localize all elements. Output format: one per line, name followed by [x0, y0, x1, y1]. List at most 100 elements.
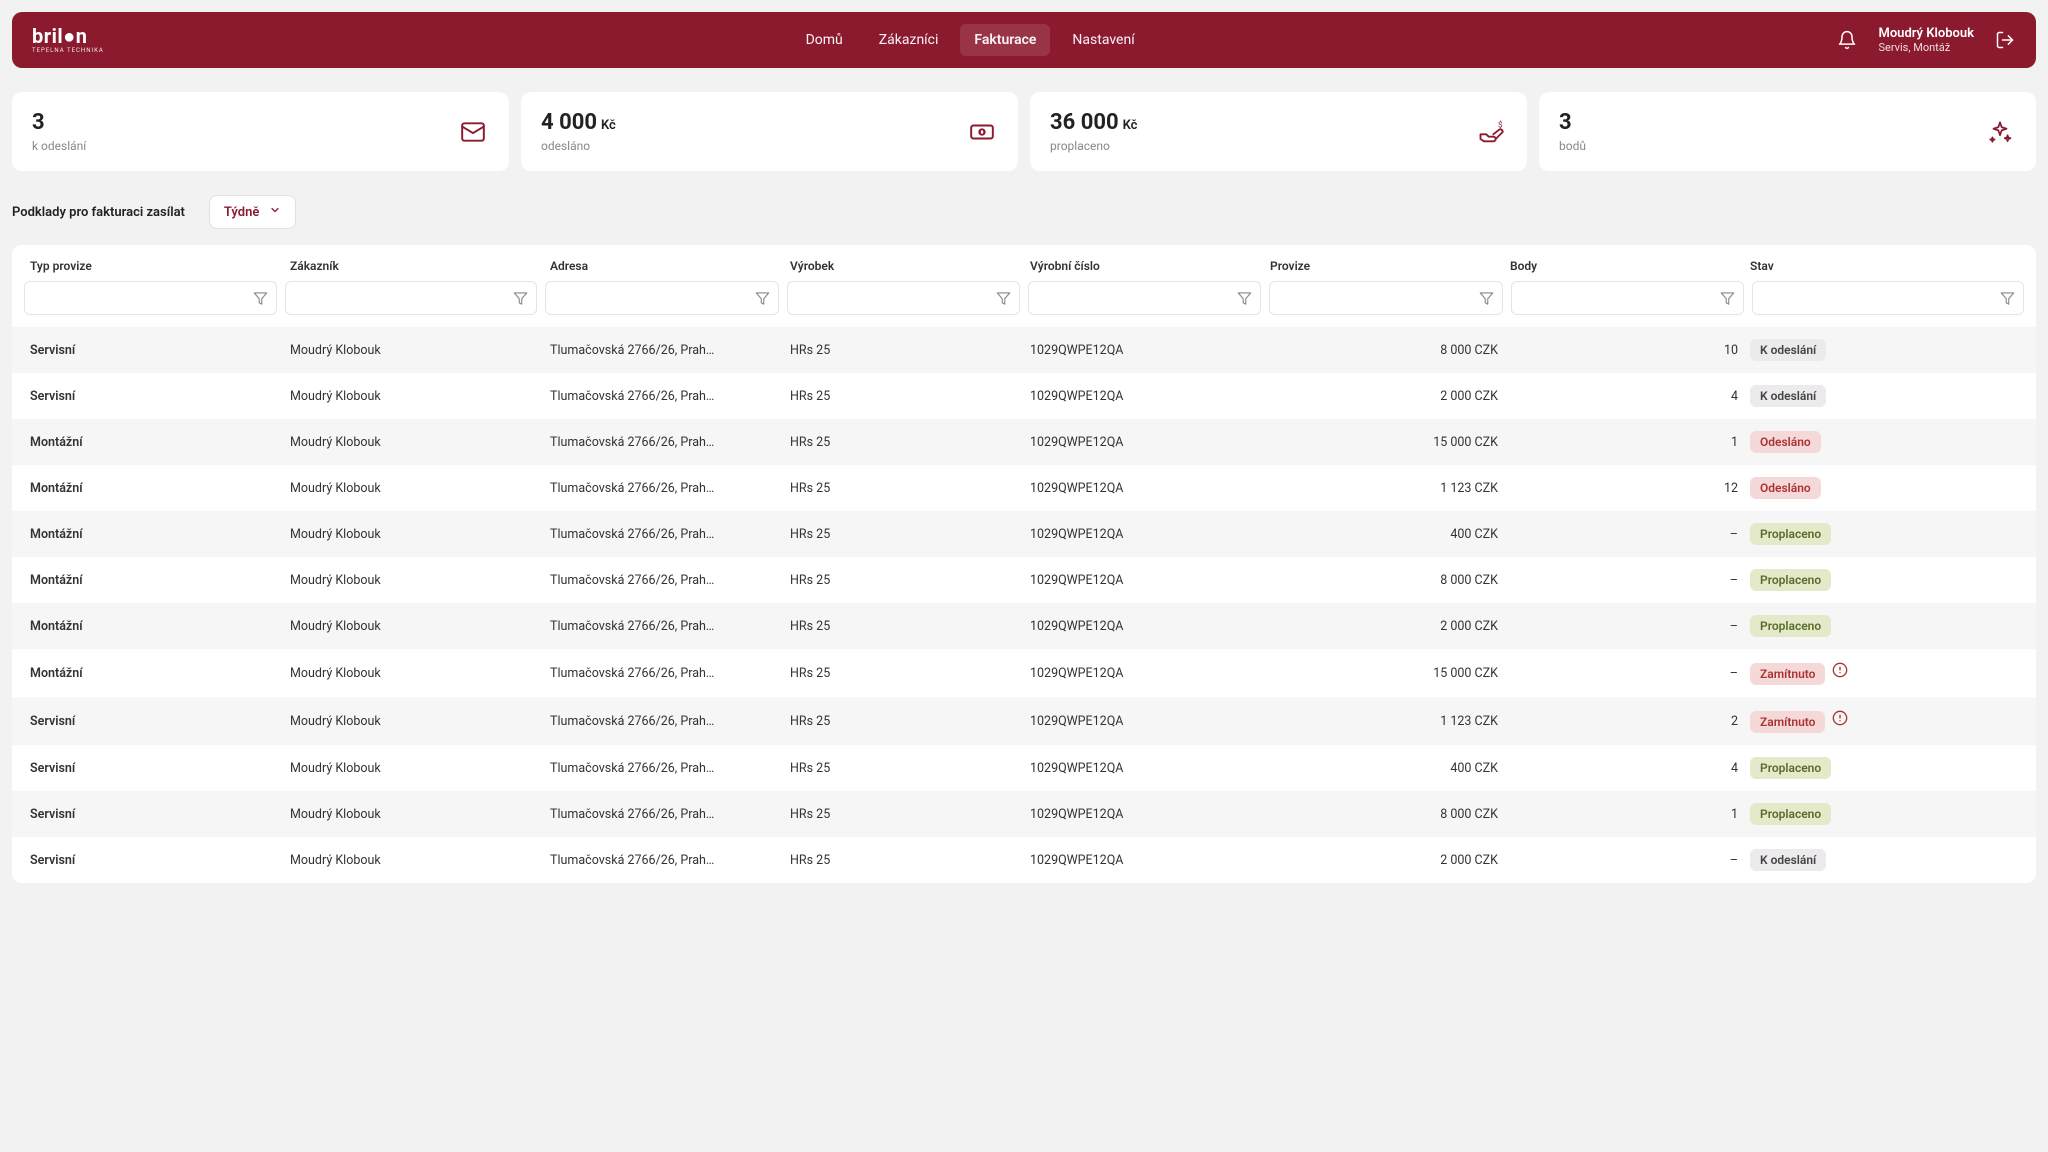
cell-state: K odeslání: [1744, 385, 2024, 407]
status-badge: K odeslání: [1750, 849, 1826, 871]
cell-address: Tlumačovská 2766/26, Prah…: [544, 481, 784, 496]
cell-commission: 1 123 CZK: [1264, 481, 1504, 496]
cell-product: HRs 25: [784, 389, 1024, 404]
cell-product: HRs 25: [784, 343, 1024, 358]
filter-type[interactable]: [24, 281, 277, 315]
nav-domů[interactable]: Domů: [792, 24, 857, 56]
card-money[interactable]: 4 000Kč odesláno 0: [521, 92, 1018, 171]
cell-serial: 1029QWPE12QA: [1024, 666, 1264, 681]
table-row[interactable]: Servisní Moudrý Klobouk Tlumačovská 2766…: [12, 745, 2036, 791]
frequency-select[interactable]: Týdně: [209, 195, 296, 229]
col-header-pts[interactable]: Body: [1504, 259, 1744, 273]
table-header: Typ provizeZákazníkAdresaVýrobekVýrobní …: [12, 245, 2036, 281]
col-header-state[interactable]: Stav: [1744, 259, 2024, 273]
table-row[interactable]: Montážní Moudrý Klobouk Tlumačovská 2766…: [12, 511, 2036, 557]
filter-addr[interactable]: [545, 281, 778, 315]
cell-state: Proplaceno: [1744, 615, 2024, 637]
table-row[interactable]: Montážní Moudrý Klobouk Tlumačovská 2766…: [12, 419, 2036, 465]
table-row[interactable]: Montážní Moudrý Klobouk Tlumačovská 2766…: [12, 649, 2036, 697]
filter-cust[interactable]: [285, 281, 538, 315]
section-label: Podklady pro fakturaci zasílat: [12, 205, 185, 220]
filter-prod[interactable]: [787, 281, 1020, 315]
status-badge: Zamítnuto: [1750, 711, 1825, 733]
main-nav: DomůZákazníciFakturaceNastavení: [792, 24, 1149, 56]
brand-logo[interactable]: bril●n TEPELNÁ TECHNIKA: [32, 26, 104, 54]
cell-commission: 2 000 CZK: [1264, 619, 1504, 634]
card-sparkle[interactable]: 3 bodů: [1539, 92, 2036, 171]
status-badge: Proplaceno: [1750, 615, 1831, 637]
sparkle-icon: [1984, 116, 2016, 148]
card-label: odesláno: [541, 139, 616, 153]
cell-state: Proplaceno: [1744, 757, 2024, 779]
table-row[interactable]: Servisní Moudrý Klobouk Tlumačovská 2766…: [12, 373, 2036, 419]
filter-row: [12, 281, 2036, 327]
status-badge: Proplaceno: [1750, 757, 1831, 779]
card-label: k odeslání: [32, 139, 86, 153]
filter-pts[interactable]: [1511, 281, 1744, 315]
col-header-addr[interactable]: Adresa: [544, 259, 784, 273]
table-row[interactable]: Servisní Moudrý Klobouk Tlumačovská 2766…: [12, 327, 2036, 373]
filter-icon: [1720, 291, 1735, 306]
cell-points: –: [1504, 573, 1744, 588]
col-header-type[interactable]: Typ provize: [24, 259, 284, 273]
col-header-serial[interactable]: Výrobní číslo: [1024, 259, 1264, 273]
cell-customer: Moudrý Klobouk: [284, 761, 544, 776]
cell-serial: 1029QWPE12QA: [1024, 807, 1264, 822]
cell-points: 4: [1504, 761, 1744, 776]
cell-state: Zamítnuto: [1744, 709, 2024, 733]
cell-address: Tlumačovská 2766/26, Prah…: [544, 527, 784, 542]
col-header-cust[interactable]: Zákazník: [284, 259, 544, 273]
cell-product: HRs 25: [784, 714, 1024, 729]
table-row[interactable]: Servisní Moudrý Klobouk Tlumačovská 2766…: [12, 791, 2036, 837]
filter-icon: [513, 291, 528, 306]
table-row[interactable]: Servisní Moudrý Klobouk Tlumačovská 2766…: [12, 697, 2036, 745]
cell-points: 1: [1504, 435, 1744, 450]
cell-product: HRs 25: [784, 666, 1024, 681]
topbar: bril●n TEPELNÁ TECHNIKA DomůZákazníciFak…: [12, 12, 2036, 68]
col-header-comm[interactable]: Provize: [1264, 259, 1504, 273]
cell-serial: 1029QWPE12QA: [1024, 714, 1264, 729]
card-mail[interactable]: 3 k odeslání: [12, 92, 509, 171]
col-header-prod[interactable]: Výrobek: [784, 259, 1024, 273]
cell-type: Montážní: [24, 619, 284, 634]
filter-comm[interactable]: [1269, 281, 1502, 315]
cell-address: Tlumačovská 2766/26, Prah…: [544, 389, 784, 404]
nav-fakturace[interactable]: Fakturace: [960, 24, 1050, 56]
info-icon[interactable]: [1831, 661, 1849, 679]
table-row[interactable]: Montážní Moudrý Klobouk Tlumačovská 2766…: [12, 557, 2036, 603]
cell-customer: Moudrý Klobouk: [284, 666, 544, 681]
cell-address: Tlumačovská 2766/26, Prah…: [544, 761, 784, 776]
notifications-icon[interactable]: [1836, 29, 1858, 51]
cell-customer: Moudrý Klobouk: [284, 619, 544, 634]
cell-points: –: [1504, 853, 1744, 868]
invoicing-table: Typ provizeZákazníkAdresaVýrobekVýrobní …: [12, 245, 2036, 883]
cell-customer: Moudrý Klobouk: [284, 807, 544, 822]
cell-customer: Moudrý Klobouk: [284, 853, 544, 868]
nav-nastavení[interactable]: Nastavení: [1058, 24, 1148, 56]
cell-customer: Moudrý Klobouk: [284, 435, 544, 450]
card-hand-coin[interactable]: 36 000Kč proplaceno $: [1030, 92, 1527, 171]
mail-icon: [457, 116, 489, 148]
svg-text:0: 0: [980, 128, 985, 138]
cell-commission: 15 000 CZK: [1264, 666, 1504, 681]
brand-name: bril●n: [32, 26, 104, 46]
cell-points: 1: [1504, 807, 1744, 822]
user-block[interactable]: Moudrý Klobouk Servis, Montáž: [1878, 26, 1974, 55]
cell-serial: 1029QWPE12QA: [1024, 343, 1264, 358]
nav-zákazníci[interactable]: Zákazníci: [865, 24, 953, 56]
table-row[interactable]: Servisní Moudrý Klobouk Tlumačovská 2766…: [12, 837, 2036, 883]
status-badge: Proplaceno: [1750, 523, 1831, 545]
table-row[interactable]: Montážní Moudrý Klobouk Tlumačovská 2766…: [12, 603, 2036, 649]
filter-serial[interactable]: [1028, 281, 1261, 315]
card-label: proplaceno: [1050, 139, 1137, 153]
cell-address: Tlumačovská 2766/26, Prah…: [544, 714, 784, 729]
table-row[interactable]: Montážní Moudrý Klobouk Tlumačovská 2766…: [12, 465, 2036, 511]
cell-customer: Moudrý Klobouk: [284, 573, 544, 588]
cell-points: 4: [1504, 389, 1744, 404]
logout-icon[interactable]: [1994, 29, 2016, 51]
filter-state[interactable]: [1752, 281, 2024, 315]
cell-product: HRs 25: [784, 853, 1024, 868]
info-icon[interactable]: [1831, 709, 1849, 727]
status-badge: K odeslání: [1750, 385, 1826, 407]
svg-text:$: $: [1498, 119, 1503, 129]
